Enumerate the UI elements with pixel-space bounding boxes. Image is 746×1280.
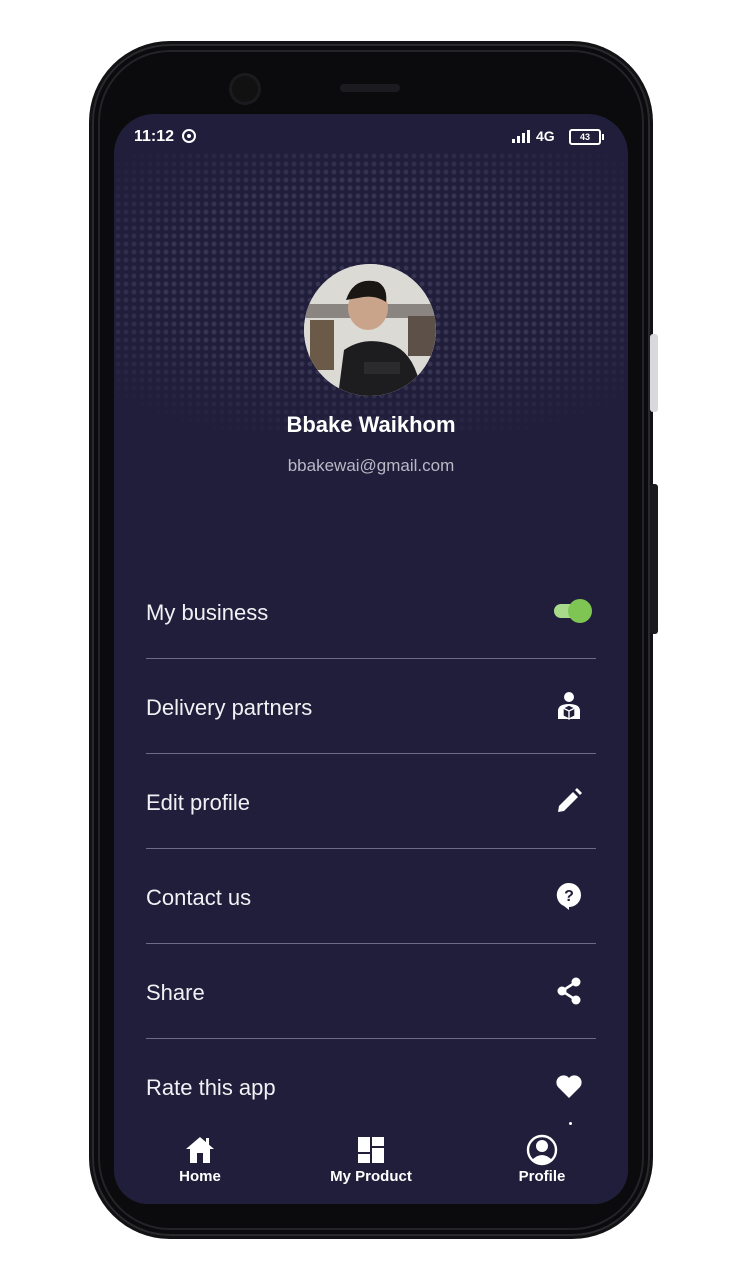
avatar[interactable] xyxy=(304,264,436,396)
dashboard-grid-icon xyxy=(358,1137,384,1163)
menu-item-label: Edit profile xyxy=(146,790,250,815)
status-bar: 11:12 4G 43 xyxy=(114,114,628,156)
battery-icon: 43 xyxy=(569,129,604,145)
svg-text:?: ? xyxy=(564,888,574,905)
nav-home-label: Home xyxy=(179,1168,221,1185)
nav-my-product-label: My Product xyxy=(330,1168,412,1185)
network-type: 4G xyxy=(536,128,555,144)
nav-profile[interactable]: Profile xyxy=(482,1134,602,1185)
nav-home[interactable]: Home xyxy=(140,1134,260,1185)
toggle-thumb xyxy=(568,599,592,623)
indicator-dot xyxy=(569,1122,572,1125)
delivery-person-icon xyxy=(558,692,580,720)
settings-menu: My business Delivery partners Edit profi… xyxy=(146,564,596,1134)
menu-item-label: Rate this app xyxy=(146,1075,276,1100)
menu-item-share[interactable]: Share xyxy=(146,944,596,1039)
menu-item-label: Contact us xyxy=(146,885,252,910)
menu-item-label: Share xyxy=(146,980,205,1005)
signal-icon xyxy=(512,130,532,143)
share-icon xyxy=(557,977,581,1005)
my-business-toggle[interactable] xyxy=(552,599,592,623)
pencil-icon xyxy=(558,788,582,812)
home-icon xyxy=(186,1137,214,1163)
front-camera xyxy=(232,76,258,102)
menu-item-edit-profile[interactable]: Edit profile xyxy=(146,754,596,849)
menu-item-delivery-partners[interactable]: Delivery partners xyxy=(146,659,596,754)
volume-button xyxy=(650,484,658,634)
power-button xyxy=(650,334,658,412)
menu-item-label: My business xyxy=(146,600,269,625)
screen-record-icon xyxy=(182,129,196,143)
profile-email: bbakewai@gmail.com xyxy=(287,456,455,475)
bottom-navigation: Home My Product Profile xyxy=(114,1114,628,1204)
app-screen: 11:12 4G 43 Bbake Waikhom bbakewai@gmail… xyxy=(114,114,628,1204)
menu-item-contact-us[interactable]: Contact us ? xyxy=(146,849,596,944)
profile-name: Bbake Waikhom xyxy=(286,412,456,437)
earpiece-speaker xyxy=(340,84,400,92)
status-time: 11:12 xyxy=(134,128,175,145)
avatar-photo xyxy=(304,264,436,396)
account-circle-icon xyxy=(526,1134,558,1166)
help-bubble-icon: ? xyxy=(556,882,581,910)
menu-item-my-business[interactable]: My business xyxy=(146,564,596,659)
menu-item-label: Delivery partners xyxy=(146,695,313,720)
nav-profile-label: Profile xyxy=(518,1168,566,1185)
phone-frame: 11:12 4G 43 Bbake Waikhom bbakewai@gmail… xyxy=(92,44,658,1236)
heart-icon xyxy=(556,1075,582,1098)
nav-my-product[interactable]: My Product xyxy=(311,1134,431,1185)
